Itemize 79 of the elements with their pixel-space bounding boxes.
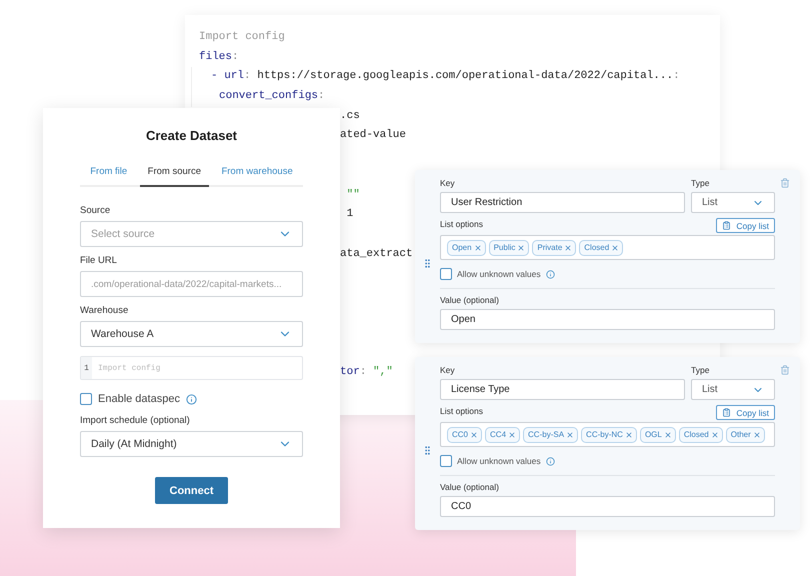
info-icon[interactable] xyxy=(546,270,555,278)
field-label: Value (optional) xyxy=(440,295,500,305)
key-input-field[interactable]: User Restriction xyxy=(440,192,685,213)
option-tag[interactable]: Other xyxy=(726,426,765,442)
tab[interactable]: From source xyxy=(140,163,209,187)
checkbox-label: Enable dataspec xyxy=(98,393,180,405)
copy-list-button[interactable]: Copy list xyxy=(716,405,775,420)
code-line: .cs xyxy=(340,108,360,124)
copy-list-button[interactable]: Copy list xyxy=(716,218,775,233)
type-select[interactable]: List xyxy=(691,379,775,400)
field-label: Key xyxy=(440,365,456,375)
drag-handle-icon[interactable] xyxy=(422,258,433,269)
drag-handle-icon[interactable] xyxy=(422,445,433,456)
checkbox[interactable] xyxy=(440,455,452,467)
code-line: convert_configs: xyxy=(219,89,325,104)
field-label: Import schedule (optional) xyxy=(80,415,191,426)
select-field[interactable]: Warehouse A xyxy=(80,321,303,347)
option-tag[interactable]: CC-by-NC xyxy=(581,426,637,442)
list-options-field[interactable]: CC0 CC4 CC-by-SA CC-by-NC OGL Closed Other xyxy=(440,422,775,447)
code-line: ated-value xyxy=(340,128,406,144)
tab[interactable]: From warehouse xyxy=(213,163,301,187)
code-line: ata_extract xyxy=(340,246,413,262)
close-icon[interactable] xyxy=(508,430,516,438)
code-line: tor: "," xyxy=(340,364,393,380)
code-line: - url: https://storage.googleapis.com/operational-data/2022/capital...: xyxy=(211,69,680,84)
code-line: files: xyxy=(199,50,239,65)
field-label: File URL xyxy=(80,255,118,266)
field-label: Source xyxy=(80,205,112,216)
close-icon[interactable] xyxy=(474,244,482,252)
option-tag[interactable]: CC4 xyxy=(485,426,520,442)
option-tag[interactable]: OGL xyxy=(640,426,676,442)
option-tag[interactable]: Open xyxy=(447,240,486,256)
code-line: Import config xyxy=(199,30,285,45)
close-icon[interactable] xyxy=(564,244,572,252)
checkbox-label: Allow unknown values xyxy=(457,456,541,466)
close-icon[interactable] xyxy=(624,430,633,438)
dialog-title: Create Dataset xyxy=(144,128,238,143)
field-label: Key xyxy=(440,178,456,188)
connect-button[interactable]: Connect xyxy=(155,477,228,504)
checkbox-label: Allow unknown values xyxy=(457,269,541,279)
close-icon[interactable] xyxy=(611,244,620,252)
close-icon[interactable] xyxy=(710,430,719,438)
clipboard-icon xyxy=(722,408,732,417)
field-label: Value (optional) xyxy=(440,482,500,492)
trash-icon[interactable] xyxy=(780,365,790,375)
option-tag[interactable]: Public xyxy=(488,240,530,256)
close-icon[interactable] xyxy=(752,430,761,438)
option-tag[interactable]: Private xyxy=(532,240,576,256)
close-icon[interactable] xyxy=(517,244,526,252)
trash-icon[interactable] xyxy=(780,178,790,188)
option-tag[interactable]: Closed xyxy=(579,240,624,256)
field-label: List options xyxy=(440,219,483,229)
input-field[interactable]: .com/operational-data/2022/capital-markets... xyxy=(80,271,303,297)
checkbox[interactable] xyxy=(80,393,92,405)
code-line: "" xyxy=(346,188,360,202)
select-field[interactable]: Select source xyxy=(80,221,303,247)
code-input-field[interactable]: 1 Import config xyxy=(80,356,303,380)
option-tag[interactable]: CC-by-SA xyxy=(523,426,578,442)
field-label: Type xyxy=(691,365,710,375)
key-input-field[interactable]: License Type xyxy=(440,379,685,400)
value-input-field[interactable]: CC0 xyxy=(440,496,775,517)
list-options-field[interactable]: Open Public Private Closed xyxy=(440,235,775,260)
clipboard-icon xyxy=(722,221,732,230)
option-tag[interactable]: Closed xyxy=(678,426,723,442)
info-icon[interactable] xyxy=(186,394,197,404)
option-tag[interactable]: CC0 xyxy=(447,426,482,442)
select-field[interactable]: Daily (At Midnight) xyxy=(80,431,303,457)
type-select[interactable]: List xyxy=(691,192,775,213)
info-icon[interactable] xyxy=(546,456,555,466)
tab[interactable]: From file xyxy=(82,163,136,187)
value-input-field[interactable]: Open xyxy=(440,309,775,330)
close-icon[interactable] xyxy=(664,430,672,438)
code-line: 1 xyxy=(346,207,354,222)
field-label: List options xyxy=(440,406,483,416)
close-icon[interactable] xyxy=(470,430,478,438)
field-label: Type xyxy=(691,178,710,188)
field-label: Warehouse xyxy=(80,305,130,316)
checkbox[interactable] xyxy=(440,268,452,280)
close-icon[interactable] xyxy=(566,430,574,438)
